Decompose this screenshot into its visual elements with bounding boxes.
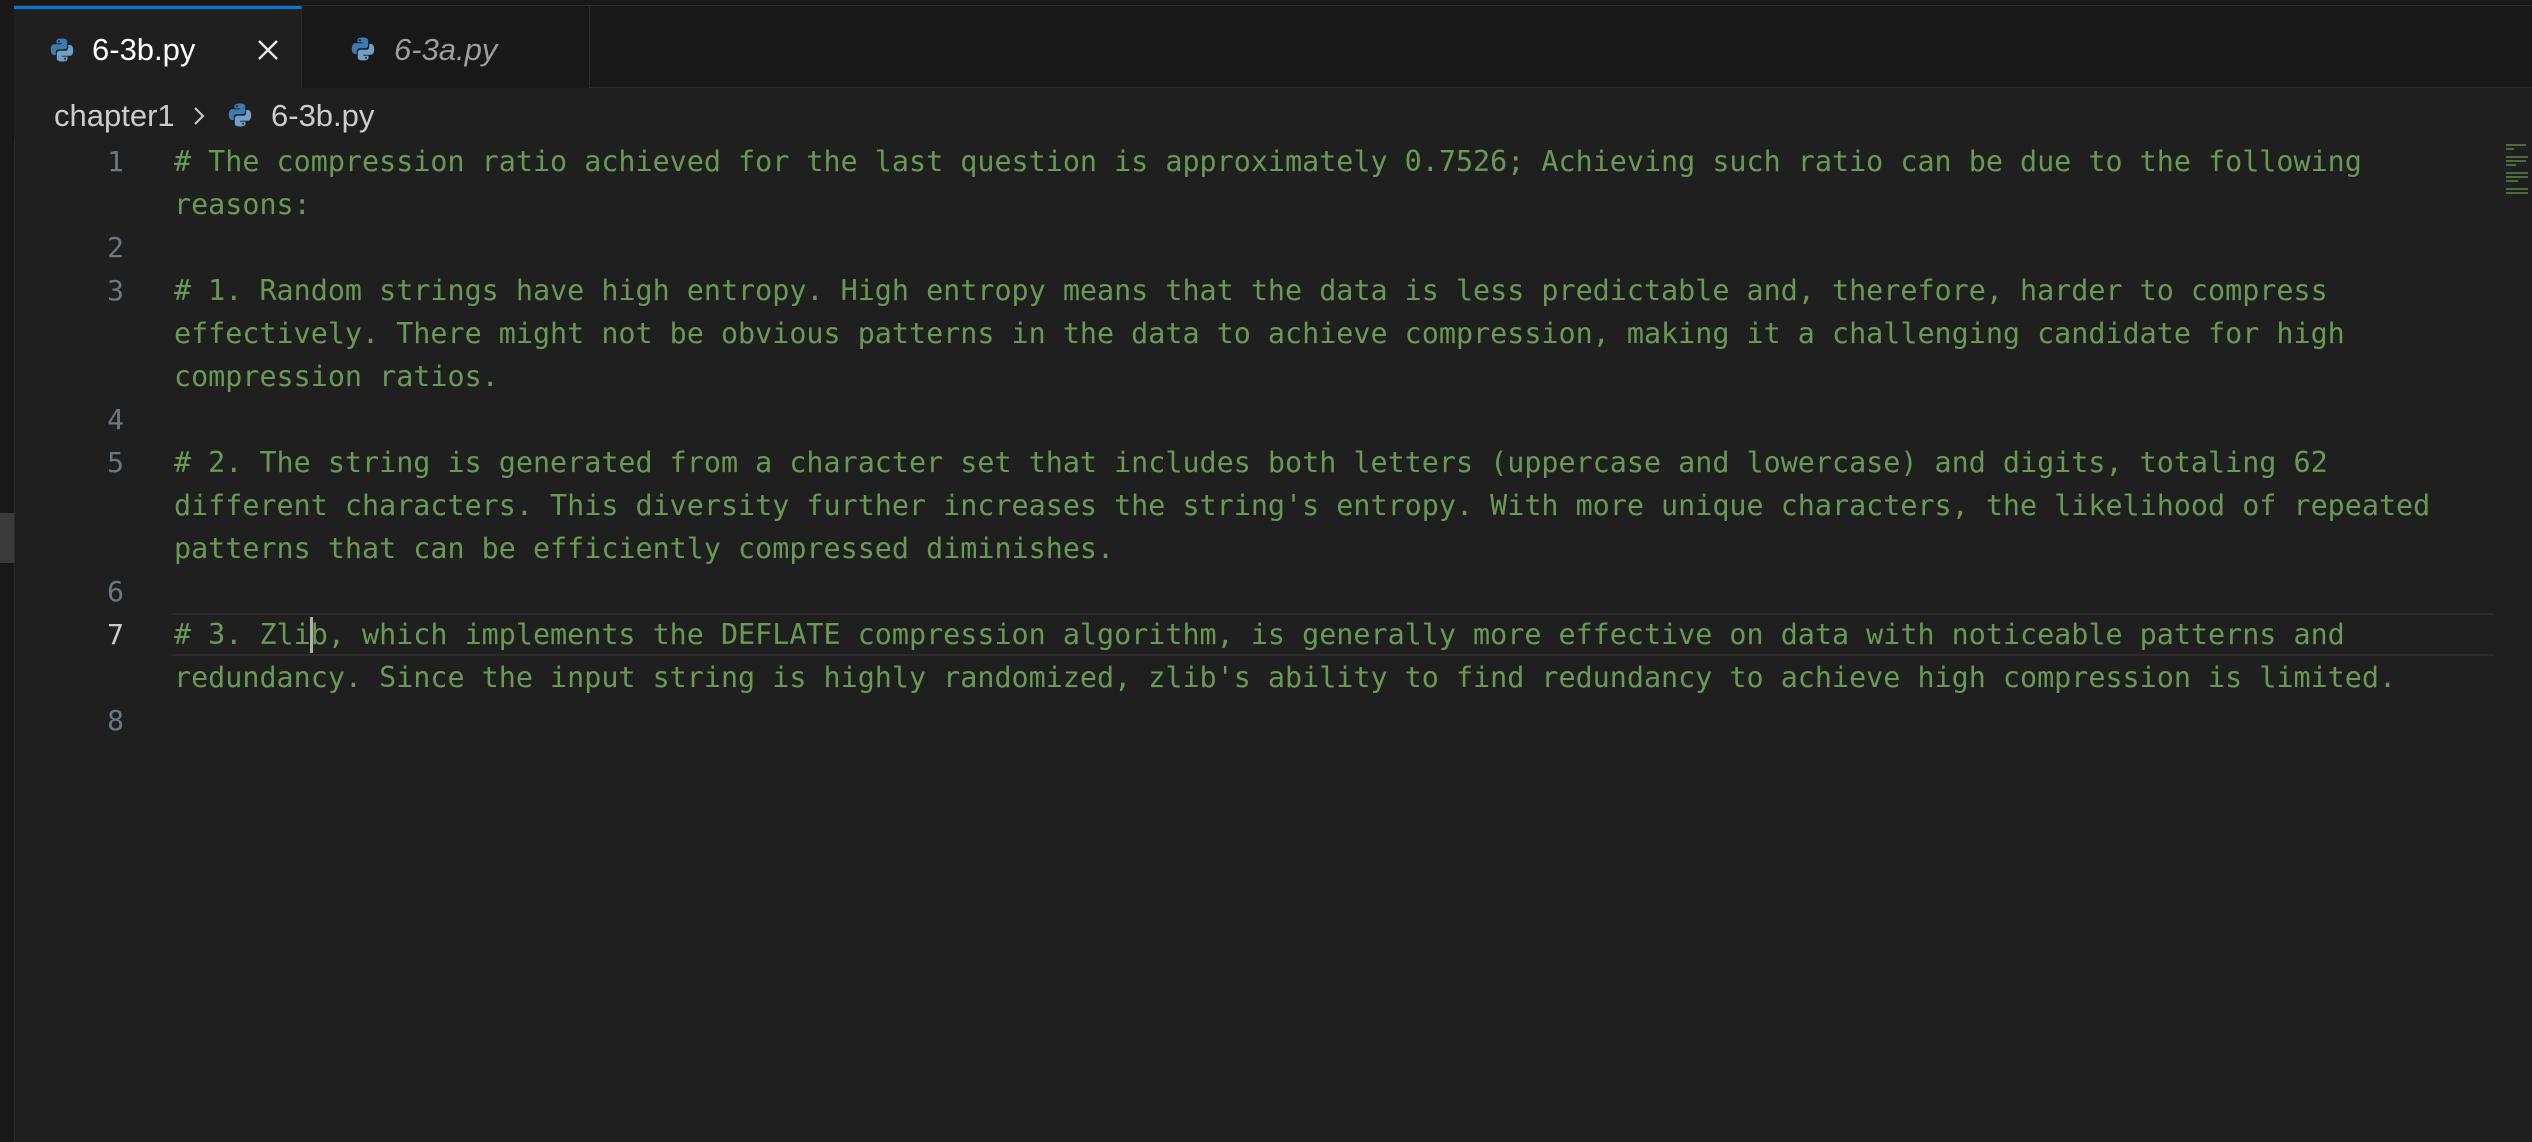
- line-number: 3: [107, 274, 124, 307]
- line-number: 2: [107, 231, 124, 264]
- breadcrumb-folder[interactable]: chapter1: [54, 98, 175, 134]
- python-icon: [50, 38, 74, 62]
- minimap[interactable]: [2494, 140, 2532, 1142]
- left-sash-strip: [0, 0, 15, 1142]
- python-icon: [351, 37, 375, 61]
- text-cursor: [310, 617, 313, 653]
- minimap-line: [2506, 180, 2518, 182]
- minimap-line: [2506, 144, 2526, 146]
- python-icon: [228, 103, 252, 127]
- breadcrumb-file[interactable]: 6-3b.py: [271, 98, 374, 134]
- chevron-right-icon: [194, 107, 205, 125]
- close-icon: [258, 40, 278, 60]
- tab-label: 6-3b.py: [92, 32, 196, 67]
- tab-6-3a[interactable]: 6-3a.py: [302, 6, 590, 88]
- minimap-line: [2506, 188, 2528, 190]
- line-number: 7: [107, 618, 124, 651]
- minimap-line: [2506, 164, 2516, 166]
- sidebar-resize-handle[interactable]: [0, 513, 14, 563]
- minimap-line: [2506, 148, 2514, 150]
- line-number: 8: [107, 704, 124, 737]
- minimap-line: [2506, 160, 2526, 162]
- minimap-line: [2506, 192, 2528, 194]
- minimap-line: [2506, 172, 2528, 174]
- breadcrumb: chapter1 6-3b.py: [14, 88, 2532, 140]
- tab-bar: 6-3b.py 6-3a.py: [14, 0, 2532, 89]
- close-tab-button[interactable]: [252, 34, 284, 66]
- line-number: 6: [107, 575, 124, 608]
- code-editor: 6-3b.py 6-3a.py chapter1 6-3b.py 1 # The…: [0, 0, 2532, 1142]
- comment-text: # 3. Zlib, which implements the DEFLATE …: [174, 618, 2397, 694]
- comment-text: # 1. Random strings have high entropy. H…: [174, 274, 2362, 393]
- comment-text: # The compression ratio achieved for the…: [174, 145, 2379, 221]
- tab-6-3b[interactable]: 6-3b.py: [14, 6, 302, 89]
- minimap-line: [2506, 156, 2528, 158]
- code-area[interactable]: 1 # The compression ratio achieved for t…: [14, 140, 2512, 1142]
- line-number: 4: [107, 403, 124, 436]
- comment-text: # 2. The string is generated from a char…: [174, 446, 2448, 565]
- line-number: 5: [107, 446, 124, 479]
- minimap-line: [2506, 176, 2528, 178]
- tab-label: 6-3a.py: [394, 32, 498, 67]
- line-number: 1: [107, 145, 124, 178]
